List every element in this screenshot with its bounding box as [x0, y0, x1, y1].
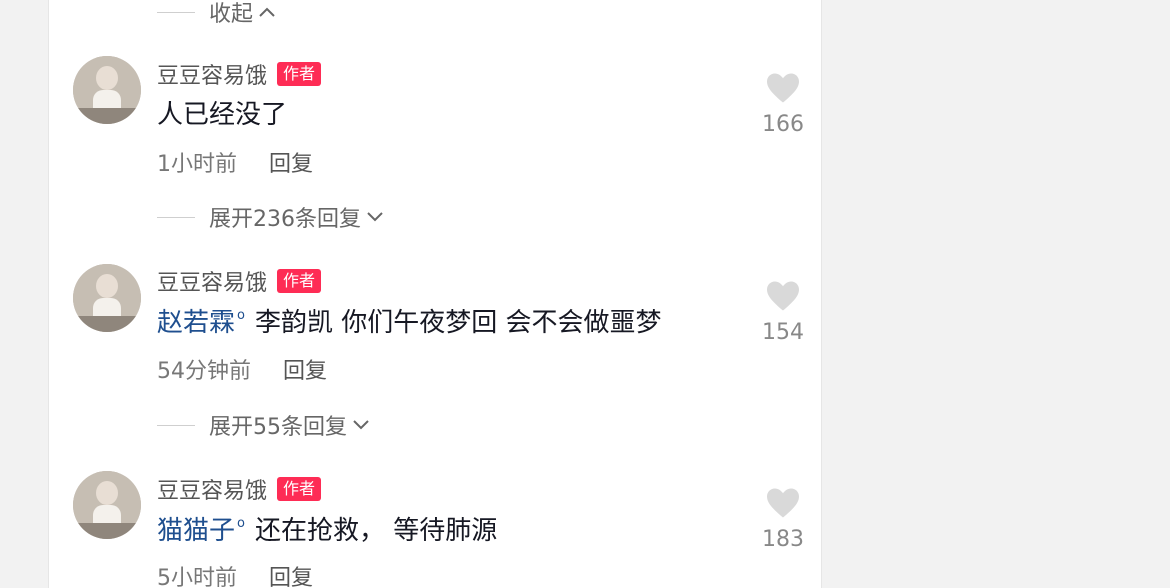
reply-button[interactable]: 回复	[283, 353, 327, 385]
like-count: 183	[762, 527, 804, 552]
author-badge: 作者	[277, 477, 322, 501]
avatar[interactable]	[73, 264, 141, 332]
username[interactable]: 豆豆容易饿	[157, 265, 267, 297]
avatar-image	[73, 471, 141, 539]
comment-meta: 54分钟前 回复	[157, 353, 327, 385]
chevron-up-icon	[259, 7, 275, 17]
comment-meta: 5小时前 回复	[157, 560, 313, 588]
like-button[interactable]: 166	[759, 72, 807, 137]
mention-link[interactable]: 猫猫子	[157, 510, 235, 547]
mention-link[interactable]: 赵若霖	[157, 302, 235, 339]
comment-header: 豆豆容易饿 作者	[157, 58, 322, 90]
like-button[interactable]: 154	[759, 280, 807, 345]
reply-button[interactable]: 回复	[269, 146, 313, 178]
chevron-down-icon	[367, 212, 383, 222]
comment-text-row: 赵若霖 o 李韵凯 你们午夜梦回 会不会做噩梦	[157, 302, 662, 339]
heart-icon	[767, 488, 799, 518]
expand-label: 展开55条回复	[209, 415, 347, 440]
collapse-label: 收起	[209, 2, 254, 27]
divider-line	[157, 11, 195, 13]
author-badge: 作者	[277, 62, 322, 86]
reply-button[interactable]: 回复	[269, 560, 313, 588]
divider-line	[157, 424, 195, 426]
avatar-image	[73, 56, 141, 124]
avatar[interactable]	[73, 56, 141, 124]
timestamp: 54分钟前	[157, 359, 251, 384]
like-count: 166	[762, 112, 804, 137]
expand-replies-button[interactable]: 展开236条回复	[157, 201, 385, 233]
comment-text-row: 人已经没了	[157, 94, 287, 131]
comment-text: 还在抢救， 等待肺源	[254, 516, 498, 546]
comment-text-row: 猫猫子 o 还在抢救， 等待肺源	[157, 510, 497, 547]
username[interactable]: 豆豆容易饿	[157, 58, 267, 90]
expand-replies-button[interactable]: 展开55条回复	[157, 409, 371, 441]
like-count: 154	[762, 320, 804, 345]
avatar[interactable]	[73, 471, 141, 539]
chevron-down-icon	[353, 420, 369, 430]
expand-label: 展开236条回复	[209, 207, 361, 232]
username[interactable]: 豆豆容易饿	[157, 473, 267, 505]
heart-icon	[767, 281, 799, 311]
timestamp: 5小时前	[157, 566, 237, 588]
collapse-replies-button[interactable]: 收起	[157, 0, 277, 28]
comment-text: 人已经没了	[157, 100, 288, 130]
comment-text: 李韵凯 你们午夜梦回 会不会做噩梦	[254, 308, 662, 338]
verified-icon: o	[237, 308, 245, 323]
timestamp: 1小时前	[157, 152, 237, 177]
comment-meta: 1小时前 回复	[157, 146, 313, 178]
like-button[interactable]: 183	[759, 487, 807, 552]
divider-line	[157, 216, 195, 218]
comment-header: 豆豆容易饿 作者	[157, 265, 322, 297]
avatar-image	[73, 264, 141, 332]
comment-header: 豆豆容易饿 作者	[157, 473, 322, 505]
heart-icon	[767, 73, 799, 103]
verified-icon: o	[237, 516, 245, 531]
comment-panel: 收起 豆豆容易饿 作者 人已经没了 1小时前 回复 166 展开236条回复 豆…	[48, 0, 822, 588]
author-badge: 作者	[277, 269, 322, 293]
